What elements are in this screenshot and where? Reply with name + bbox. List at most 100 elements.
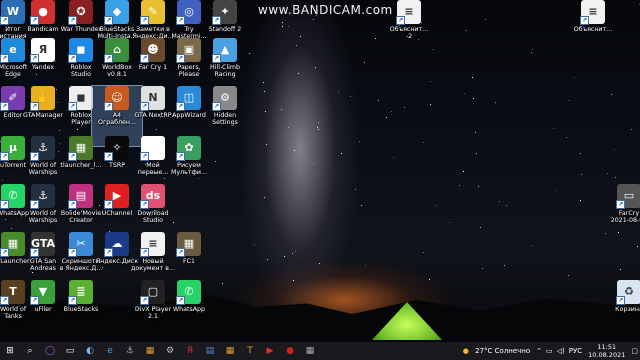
roblox-studio-icon: ◼ ↗ [68, 38, 93, 63]
shortcut-arrow-icon: ↗ [30, 248, 39, 257]
desktop-icon-label: Объяснит... -2 [389, 26, 429, 40]
wow2-icon: ⚓ ↗ [30, 184, 55, 209]
desktop-icon-whatsapp2[interactable]: ✆ ↗ WhatsApp [164, 280, 214, 340]
moi-icon: ↗ [140, 136, 165, 161]
shortcut-arrow-icon: ↗ [0, 296, 9, 305]
shortcut-arrow-icon: ↗ [30, 200, 39, 209]
shortcut-arrow-icon: ↗ [0, 16, 9, 25]
taskbar-app-4[interactable]: ◐ [80, 342, 100, 360]
desktop-icon-label: Standoff 2 [208, 26, 242, 33]
taskbar-app-15[interactable]: ▦ [300, 342, 320, 360]
tlauncher-icon: ▦ ↗ [68, 136, 93, 161]
shortcut-arrow-icon: ↗ [104, 54, 113, 63]
desktop-icon-label: BlueStacks [63, 306, 99, 313]
a4-icon: ☺ ↗ [104, 86, 129, 111]
shortcut-arrow-icon: ↗ [0, 102, 9, 111]
shortcut-arrow-icon: ↗ [396, 16, 405, 25]
shortcut-arrow-icon: ↗ [176, 152, 185, 161]
notifications-icon[interactable]: ▢ [631, 347, 638, 355]
taskbar-app-0[interactable]: ⊞ [0, 342, 20, 360]
gta-sa-icon: GTA ↗ [30, 232, 55, 257]
taskbar-app-1[interactable]: ⌕ [20, 342, 40, 360]
desktop-icon-recycle[interactable]: ♻↗Корзина [604, 280, 640, 340]
desktop-icon-obyasnit2[interactable]: ≡ ↗ Объяснит... -2 [384, 0, 434, 60]
hillclimb-icon: ▲ ↗ [212, 38, 237, 63]
uchannel-icon: ▶ ↗ [104, 184, 129, 209]
shortcut-arrow-icon: ↗ [68, 248, 77, 257]
shortcut-arrow-icon: ↗ [0, 152, 9, 161]
taskbar-app-12[interactable]: T [240, 342, 260, 360]
taskbar-app-2[interactable]: ◯ [40, 342, 60, 360]
desktop-icon-label: FC1 [182, 258, 196, 265]
taskbar: ⊞ ⌕ ◯ ▭ ◐ e ⚓ ▦ ⚙ Я ▤ ▦ T ▶ ● ▦ ● 27°C Солнечно ⌃ ▭ ◁) … [0, 342, 640, 360]
desktop-icon-label: Рисуем Мультфи... [170, 162, 208, 176]
divx-icon: ▢ ↗ [140, 280, 165, 305]
taskbar-app-7[interactable]: ▦ [140, 342, 160, 360]
whatsapp2-icon: ✆ ↗ [176, 280, 201, 305]
taskbar-app-13[interactable]: ▶ [260, 342, 280, 360]
zametki-icon: ✎ ↗ [140, 0, 165, 25]
shortcut-arrow-icon: ↗ [68, 16, 77, 25]
shortcut-arrow-icon: ↗ [176, 16, 185, 25]
farcry1-icon: ☻ ↗ [140, 38, 165, 63]
taskbar-app-10[interactable]: ▤ [200, 342, 220, 360]
tray-chevron-icon[interactable]: ⌃ [536, 347, 542, 355]
shortcut-arrow-icon: ↗ [104, 102, 113, 111]
taskbar-app-14[interactable]: ● [280, 342, 300, 360]
skrinshoty-icon: ✂ ↗ [68, 232, 93, 257]
taskbar-app-9[interactable]: Я [180, 342, 200, 360]
shortcut-arrow-icon: ↗ [140, 102, 149, 111]
shortcut-arrow-icon: ↗ [0, 248, 9, 257]
yandex-icon: Я ↗ [30, 38, 55, 63]
bolide-icon: ▤ ↗ [68, 184, 93, 209]
shortcut-arrow-icon: ↗ [30, 152, 39, 161]
desktop-icon-label: WhatsApp [172, 306, 206, 313]
papers-icon: ▣ ↗ [176, 38, 201, 63]
shortcut-arrow-icon: ↗ [176, 296, 185, 305]
shortcut-arrow-icon: ↗ [212, 16, 221, 25]
shortcut-arrow-icon: ↗ [212, 102, 221, 111]
shortcut-arrow-icon: ↗ [30, 296, 39, 305]
language-indicator[interactable]: РУС [569, 347, 582, 355]
system-tray: ● 27°C Солнечно ⌃ ▭ ◁) РУС 11:51 10.08.2… [459, 342, 640, 360]
obyasnit-icon: ≡ ↗ [580, 0, 605, 25]
desktop-icon-farcry-2021[interactable]: ▭↗FarCry 2021-08-02 [604, 184, 640, 244]
desktop-icon-bluestacks[interactable]: ≣ ↗ BlueStacks [56, 280, 106, 340]
desktop-icon-label: Корзина [615, 306, 640, 313]
risuem-icon: ✿ ↗ [176, 136, 201, 161]
desktop-icon-label: Hidden Settings [212, 112, 238, 126]
shortcut-arrow-icon: ↗ [140, 152, 149, 161]
shortcut-arrow-icon: ↗ [104, 248, 113, 257]
shortcut-arrow-icon: ↗ [176, 102, 185, 111]
weather-widget[interactable]: ● 27°C Солнечно [461, 347, 532, 355]
shortcut-arrow-icon: ↗ [0, 54, 9, 63]
taskbar-app-5[interactable]: e [100, 342, 120, 360]
taskbar-app-6[interactable]: ⚓ [120, 342, 140, 360]
sun-icon: ● [462, 347, 469, 355]
clock-date: 10.08.2021 [588, 351, 626, 359]
clock[interactable]: 11:51 10.08.2021 [588, 343, 625, 359]
taskbar-app-11[interactable]: ▦ [220, 342, 240, 360]
tsrp-icon: ✧ ↗ [104, 136, 129, 161]
taskbar-app-3[interactable]: ▭ [60, 342, 80, 360]
shortcut-arrow-icon: ↗ [68, 102, 77, 111]
taskbar-app-8[interactable]: ⚙ [160, 342, 180, 360]
shortcut-arrow-icon: ↗ [580, 16, 589, 25]
desktop-icon-label: Hill Climb Racing [209, 64, 240, 78]
shortcut-arrow-icon: ↗ [104, 200, 113, 209]
bluestacks-icon: ≣ ↗ [68, 280, 93, 305]
shortcut-arrow-icon: ↗ [140, 296, 149, 305]
desktop-icon-obyasnit[interactable]: ≡ ↗ Объяснит... [568, 0, 618, 60]
shortcut-arrow-icon: ↗ [30, 16, 39, 25]
download-studio-icon: ds ↗ [140, 184, 165, 209]
roblox-player-icon: ◼ ↗ [68, 86, 93, 111]
shortcut-arrow-icon: ↗ [140, 16, 149, 25]
wow1-icon: ⚓ ↗ [30, 136, 55, 161]
shortcut-arrow-icon: ↗ [68, 200, 77, 209]
warthunder-icon: ✪ ↗ [68, 0, 93, 25]
volume-icon[interactable]: ◁) [557, 347, 565, 355]
network-icon[interactable]: ▭ [546, 347, 553, 355]
ufiler-icon: ▼ ↗ [30, 280, 55, 305]
worldbox-icon: ⌂ ↗ [104, 38, 129, 63]
shortcut-arrow-icon: ↗ [0, 200, 9, 209]
